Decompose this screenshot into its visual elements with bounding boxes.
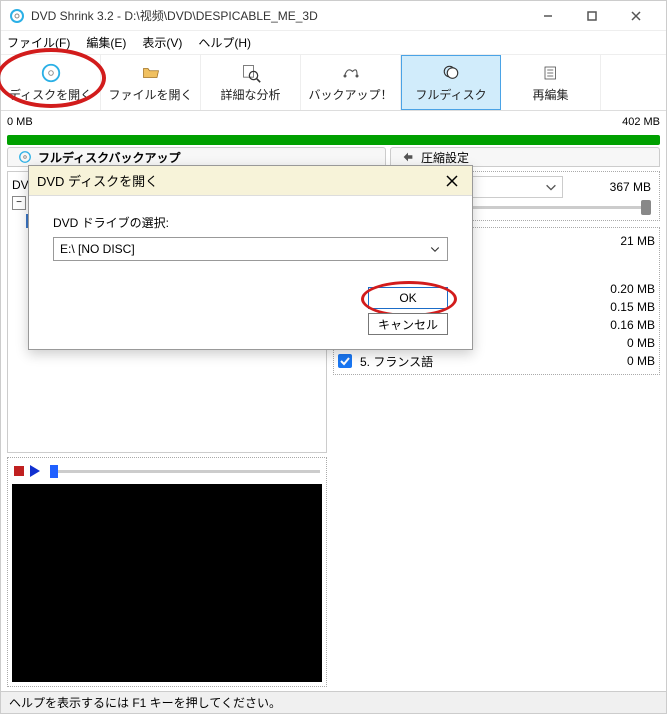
- backup-panel-label: フルディスクバックアップ: [38, 149, 181, 166]
- main-window: DVD Shrink 3.2 - D:\视频\DVD\DESPICABLE_ME…: [0, 0, 667, 714]
- open-disc-dialog: DVD ディスクを開く DVD ドライブの選択: E:\ [NO DISC] O…: [28, 165, 473, 350]
- ok-label: OK: [399, 291, 416, 305]
- size-progress: [7, 135, 660, 145]
- open-disc-label: ディスクを開く: [9, 86, 92, 103]
- backup-panel-tab[interactable]: フルディスクバックアップ: [7, 147, 386, 167]
- close-button[interactable]: [614, 1, 658, 31]
- slider-thumb[interactable]: [50, 465, 58, 478]
- drive-select-label: DVD ドライブの選択:: [53, 214, 448, 231]
- preview-video: [12, 484, 322, 682]
- track-size: 0 MB: [585, 336, 655, 350]
- play-button[interactable]: [30, 465, 40, 477]
- window-title: DVD Shrink 3.2 - D:\视频\DVD\DESPICABLE_ME…: [31, 7, 526, 24]
- drive-select-value: E:\ [NO DISC]: [60, 242, 429, 256]
- ok-button[interactable]: OK: [368, 287, 448, 309]
- dialog-title: DVD ディスクを開く: [37, 171, 440, 190]
- status-bar: ヘルプを表示するには F1 キーを押してください。: [1, 691, 666, 713]
- compress-panel-label: 圧縮設定: [421, 149, 469, 166]
- status-text: ヘルプを表示するには F1 キーを押してください。: [9, 694, 281, 711]
- audio-track-row: 5. フランス語 0 MB: [338, 352, 655, 370]
- preview-panel: [7, 457, 327, 687]
- preview-slider[interactable]: [50, 470, 320, 473]
- open-file-button[interactable]: ファイルを開く: [101, 55, 201, 110]
- track-size: 0.16 MB: [585, 318, 655, 332]
- size-right: 402 MB: [622, 116, 660, 128]
- dialog-titlebar: DVD ディスクを開く: [29, 166, 472, 196]
- backup-button[interactable]: バックアップ！: [301, 55, 401, 110]
- menu-file[interactable]: ファイル(F): [7, 34, 70, 51]
- checkbox[interactable]: [338, 354, 352, 368]
- magnifier-icon: [239, 63, 263, 83]
- minimize-button[interactable]: [526, 1, 570, 31]
- drive-select[interactable]: E:\ [NO DISC]: [53, 237, 448, 261]
- dialog-body: DVD ドライブの選択: E:\ [NO DISC]: [29, 196, 472, 275]
- disc-icon: [39, 63, 63, 83]
- cancel-button[interactable]: キャンセル: [368, 313, 448, 335]
- backup-icon: [339, 63, 363, 83]
- video-size: 367 MB: [575, 178, 655, 196]
- slider-thumb[interactable]: [641, 200, 651, 215]
- menu-help[interactable]: ヘルプ(H): [198, 34, 251, 51]
- reauthor-label: 再編集: [532, 86, 568, 103]
- cancel-label: キャンセル: [378, 316, 438, 333]
- discs-icon: [439, 63, 463, 83]
- compress-panel-tab[interactable]: 圧縮設定: [390, 147, 660, 167]
- size-bar: 0 MB 402 MB: [1, 111, 666, 133]
- audio-header-size: 21 MB: [585, 234, 655, 248]
- tree-minus-icon[interactable]: −: [12, 196, 26, 210]
- analyze-button[interactable]: 詳細な分析: [201, 55, 301, 110]
- panel-tabs: フルディスクバックアップ 圧縮設定: [1, 147, 666, 167]
- size-left: 0 MB: [7, 116, 622, 128]
- folder-open-icon: [139, 63, 163, 83]
- track-size: 0 MB: [585, 354, 655, 368]
- track-size: 0.20 MB: [585, 282, 655, 296]
- chevron-down-icon: [544, 180, 558, 194]
- reauthor-button[interactable]: 再編集: [501, 55, 601, 110]
- analyze-label: 詳細な分析: [220, 86, 280, 103]
- tree-prefix: DV: [12, 178, 29, 192]
- stop-button[interactable]: [14, 466, 24, 476]
- track-label: 5. フランス語: [360, 353, 577, 370]
- titlebar: DVD Shrink 3.2 - D:\视频\DVD\DESPICABLE_ME…: [1, 1, 666, 31]
- close-icon: [446, 175, 458, 187]
- full-disc-label: フルディスク: [415, 86, 486, 103]
- track-size: 0.15 MB: [585, 300, 655, 314]
- dialog-buttons: OK キャンセル: [29, 275, 472, 349]
- open-file-label: ファイルを開く: [108, 86, 192, 103]
- preview-controls: [10, 460, 324, 482]
- disc-small-icon: [18, 150, 32, 164]
- dialog-close-button[interactable]: [440, 169, 464, 193]
- compress-icon: [401, 150, 415, 164]
- menu-edit[interactable]: 編集(E): [86, 34, 126, 51]
- maximize-button[interactable]: [570, 1, 614, 31]
- menubar: ファイル(F) 編集(E) 表示(V) ヘルプ(H): [1, 31, 666, 55]
- full-disc-button[interactable]: フルディスク: [401, 55, 501, 110]
- open-disc-button[interactable]: ディスクを開く: [1, 55, 101, 110]
- app-icon: [9, 8, 25, 24]
- reauthor-icon: [539, 63, 563, 83]
- menu-view[interactable]: 表示(V): [142, 34, 182, 51]
- backup-label: バックアップ！: [308, 86, 392, 103]
- toolbar: ディスクを開く ファイルを開く 詳細な分析 バックアップ！ フルディスク 再編集: [1, 55, 666, 111]
- chevron-down-icon: [429, 243, 441, 255]
